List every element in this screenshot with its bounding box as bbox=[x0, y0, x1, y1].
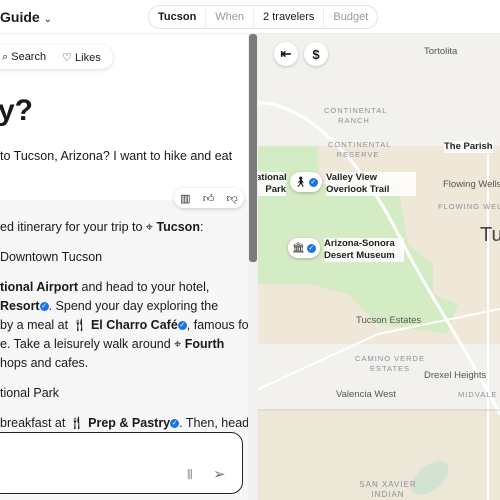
chat-tabs: ⌕ Search ♡ Likes bbox=[0, 45, 113, 69]
restaurant-link[interactable]: El Charro Café bbox=[91, 318, 178, 332]
hotel-link[interactable]: Resort bbox=[0, 299, 40, 313]
restaurant-icon: 🍴︎ bbox=[71, 318, 88, 332]
area-label: CONTINENTAL RESERVE bbox=[328, 140, 392, 159]
place-label: Drexel Heights bbox=[424, 370, 487, 381]
answer-line: breakfast at 🍴︎ Prep & Pastry ✓. Then, he… bbox=[0, 416, 250, 430]
map-icon[interactable]: ▥ bbox=[180, 192, 190, 205]
verified-icon: ✓ bbox=[39, 302, 49, 312]
likes-label: Likes bbox=[75, 51, 101, 64]
page-heading: y? bbox=[0, 94, 34, 127]
message-input[interactable]: ⦀ ➢ bbox=[0, 432, 243, 494]
trip-filters: Tucson When 2 travelers Budget bbox=[148, 5, 379, 29]
filter-budget[interactable]: Budget bbox=[324, 5, 377, 29]
filter-travelers[interactable]: 2 travelers bbox=[254, 5, 325, 29]
app-title: Guide bbox=[0, 9, 40, 25]
thumbs-up-icon[interactable]: 👍︎ bbox=[203, 192, 215, 205]
museum-icon: 🏛︎ bbox=[292, 242, 305, 254]
trail-marker[interactable]: 🚶︎ ✓ bbox=[290, 172, 322, 192]
voice-icon[interactable]: ⦀ bbox=[187, 467, 193, 483]
scrollbar-thumb[interactable] bbox=[249, 34, 257, 262]
guide-menu[interactable]: Guide ⌄ bbox=[0, 9, 52, 25]
area-label: FLOWING WELLS bbox=[438, 202, 500, 211]
search-label: Search bbox=[11, 50, 47, 63]
answer-line: Resort ✓. Spend your day exploring the bbox=[0, 299, 219, 313]
day-2-heading: tional Park bbox=[0, 386, 60, 400]
place-link[interactable]: Tucson bbox=[156, 220, 200, 234]
dollar-icon: $ bbox=[312, 46, 320, 62]
send-icon[interactable]: ➢ bbox=[213, 465, 226, 483]
area-label: SAN XAVIER INDIAN RESERVATION bbox=[359, 480, 417, 499]
filter-when[interactable]: When bbox=[206, 5, 255, 29]
answer-line: hops and cafes. bbox=[0, 356, 89, 370]
map[interactable]: ⇤ $ Tortolita CONTINENTAL RANCH CONTINEN… bbox=[258, 34, 500, 500]
pin-icon: ⌖ bbox=[174, 337, 182, 351]
poi-label[interactable]: Valley View Overlook Trail bbox=[326, 172, 416, 196]
verified-icon: ✓ bbox=[177, 321, 187, 331]
answer-intro: ed itinerary for your trip to ⌖ Tucson: bbox=[0, 220, 204, 234]
user-message: to Tucson, Arizona? I want to hike and e… bbox=[0, 149, 233, 163]
chevron-down-icon: ⌄ bbox=[43, 14, 52, 25]
filter-destination[interactable]: Tucson bbox=[149, 5, 207, 29]
hiker-icon: 🚶︎ bbox=[294, 176, 307, 188]
arrow-left-bar-icon: ⇤ bbox=[280, 46, 292, 61]
poi-label[interactable]: Arizona-Sonora Desert Museum bbox=[324, 238, 404, 262]
place-label: Tortolita bbox=[424, 46, 458, 57]
restaurant-link[interactable]: Prep & Pastry bbox=[88, 416, 170, 430]
museum-marker[interactable]: 🏛︎ ✓ bbox=[288, 238, 320, 258]
thumbs-down-icon[interactable]: 👎︎ bbox=[227, 192, 238, 205]
collapse-panel-button[interactable]: ⇤ bbox=[274, 42, 298, 66]
area-label: CONTINENTAL RANCH bbox=[324, 106, 388, 125]
city-label: Tu bbox=[480, 224, 500, 246]
place-link[interactable]: Fourth bbox=[185, 337, 225, 351]
verified-icon: ✓ bbox=[170, 419, 180, 429]
verified-icon: ✓ bbox=[306, 243, 316, 253]
answer-line: e. Take a leisurely walk around ⌖ Fourth bbox=[0, 337, 225, 351]
poi-label[interactable]: ational Park bbox=[258, 172, 287, 196]
search-tab[interactable]: ⌕ Search bbox=[2, 51, 46, 64]
area-label: CAMINO VERDE ESTATES bbox=[355, 354, 425, 373]
place-label: Flowing Wells bbox=[443, 179, 500, 190]
pin-icon: ⌖ bbox=[145, 220, 153, 234]
likes-tab[interactable]: ♡ Likes bbox=[62, 51, 101, 64]
restaurant-icon: 🍴︎ bbox=[68, 416, 85, 430]
area-label: MIDVALE PA bbox=[458, 390, 500, 399]
poi-label[interactable]: The Parish bbox=[444, 141, 493, 153]
day-1-heading: Downtown Tucson bbox=[0, 250, 103, 264]
answer-line: by a meal at 🍴︎ El Charro Café ✓, famous … bbox=[0, 318, 253, 332]
response-actions: ▥ 👍︎ 👎︎ bbox=[174, 188, 244, 208]
verified-icon: ✓ bbox=[308, 177, 318, 187]
place-label: Valencia West bbox=[336, 389, 396, 400]
price-toggle-button[interactable]: $ bbox=[304, 42, 328, 66]
place-label: Tucson Estates bbox=[356, 315, 422, 326]
heart-icon: ♡ bbox=[62, 51, 72, 64]
answer-line: tional Airport and head to your hotel, bbox=[0, 280, 210, 294]
map-shapes bbox=[258, 34, 500, 500]
search-icon: ⌕ bbox=[2, 50, 9, 63]
